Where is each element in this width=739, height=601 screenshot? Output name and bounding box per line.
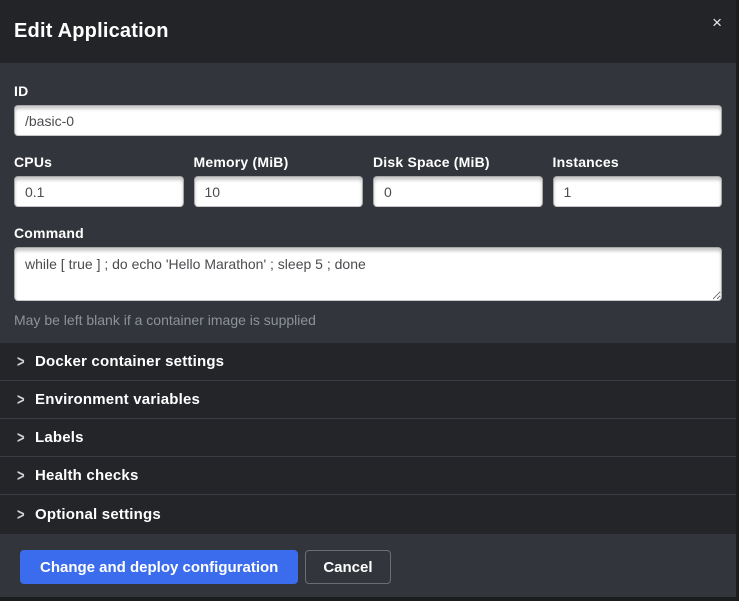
modal-title: Edit Application bbox=[14, 20, 169, 43]
instances-label: Instances bbox=[553, 154, 723, 170]
chevron-right-icon: > bbox=[17, 466, 35, 485]
section-label: Health checks bbox=[35, 467, 138, 484]
change-and-deploy-button[interactable]: Change and deploy configuration bbox=[20, 550, 298, 584]
section-optional-settings[interactable]: > Optional settings bbox=[0, 495, 736, 534]
cpus-field-group: CPUs bbox=[14, 154, 184, 207]
resources-row: CPUs Memory (MiB) Disk Space (MiB) Insta… bbox=[14, 154, 722, 207]
edit-application-modal: Edit Application × ID CPUs Memory (MiB) … bbox=[0, 0, 736, 597]
section-label: Docker container settings bbox=[35, 353, 224, 370]
cancel-button[interactable]: Cancel bbox=[305, 550, 390, 584]
chevron-right-icon: > bbox=[17, 505, 35, 524]
command-field-group: Command while [ true ] ; do echo 'Hello … bbox=[14, 225, 722, 328]
memory-field-group: Memory (MiB) bbox=[194, 154, 364, 207]
instances-field-group: Instances bbox=[553, 154, 723, 207]
modal-footer: Change and deploy configuration Cancel bbox=[0, 534, 736, 601]
close-icon[interactable]: × bbox=[712, 14, 722, 31]
accordion: > Docker container settings > Environmen… bbox=[0, 343, 736, 534]
instances-input[interactable] bbox=[553, 176, 723, 207]
id-input[interactable] bbox=[14, 105, 722, 136]
memory-label: Memory (MiB) bbox=[194, 154, 364, 170]
disk-input[interactable] bbox=[373, 176, 543, 207]
cpus-input[interactable] bbox=[14, 176, 184, 207]
section-labels[interactable]: > Labels bbox=[0, 419, 736, 457]
command-label: Command bbox=[14, 225, 722, 241]
cpus-label: CPUs bbox=[14, 154, 184, 170]
command-help-text: May be left blank if a container image i… bbox=[14, 312, 722, 328]
chevron-right-icon: > bbox=[17, 352, 35, 371]
section-label: Optional settings bbox=[35, 506, 161, 523]
id-field-group: ID bbox=[14, 83, 722, 136]
disk-label: Disk Space (MiB) bbox=[373, 154, 543, 170]
id-label: ID bbox=[14, 83, 722, 99]
command-textarea[interactable]: while [ true ] ; do echo 'Hello Marathon… bbox=[14, 247, 722, 301]
section-label: Labels bbox=[35, 429, 84, 446]
section-docker-container-settings[interactable]: > Docker container settings bbox=[0, 343, 736, 381]
chevron-right-icon: > bbox=[17, 428, 35, 447]
modal-body: ID CPUs Memory (MiB) Disk Space (MiB) In… bbox=[0, 63, 736, 534]
section-health-checks[interactable]: > Health checks bbox=[0, 457, 736, 495]
disk-field-group: Disk Space (MiB) bbox=[373, 154, 543, 207]
chevron-right-icon: > bbox=[17, 390, 35, 409]
section-label: Environment variables bbox=[35, 391, 200, 408]
section-environment-variables[interactable]: > Environment variables bbox=[0, 381, 736, 419]
memory-input[interactable] bbox=[194, 176, 364, 207]
modal-header: Edit Application × bbox=[0, 0, 736, 63]
